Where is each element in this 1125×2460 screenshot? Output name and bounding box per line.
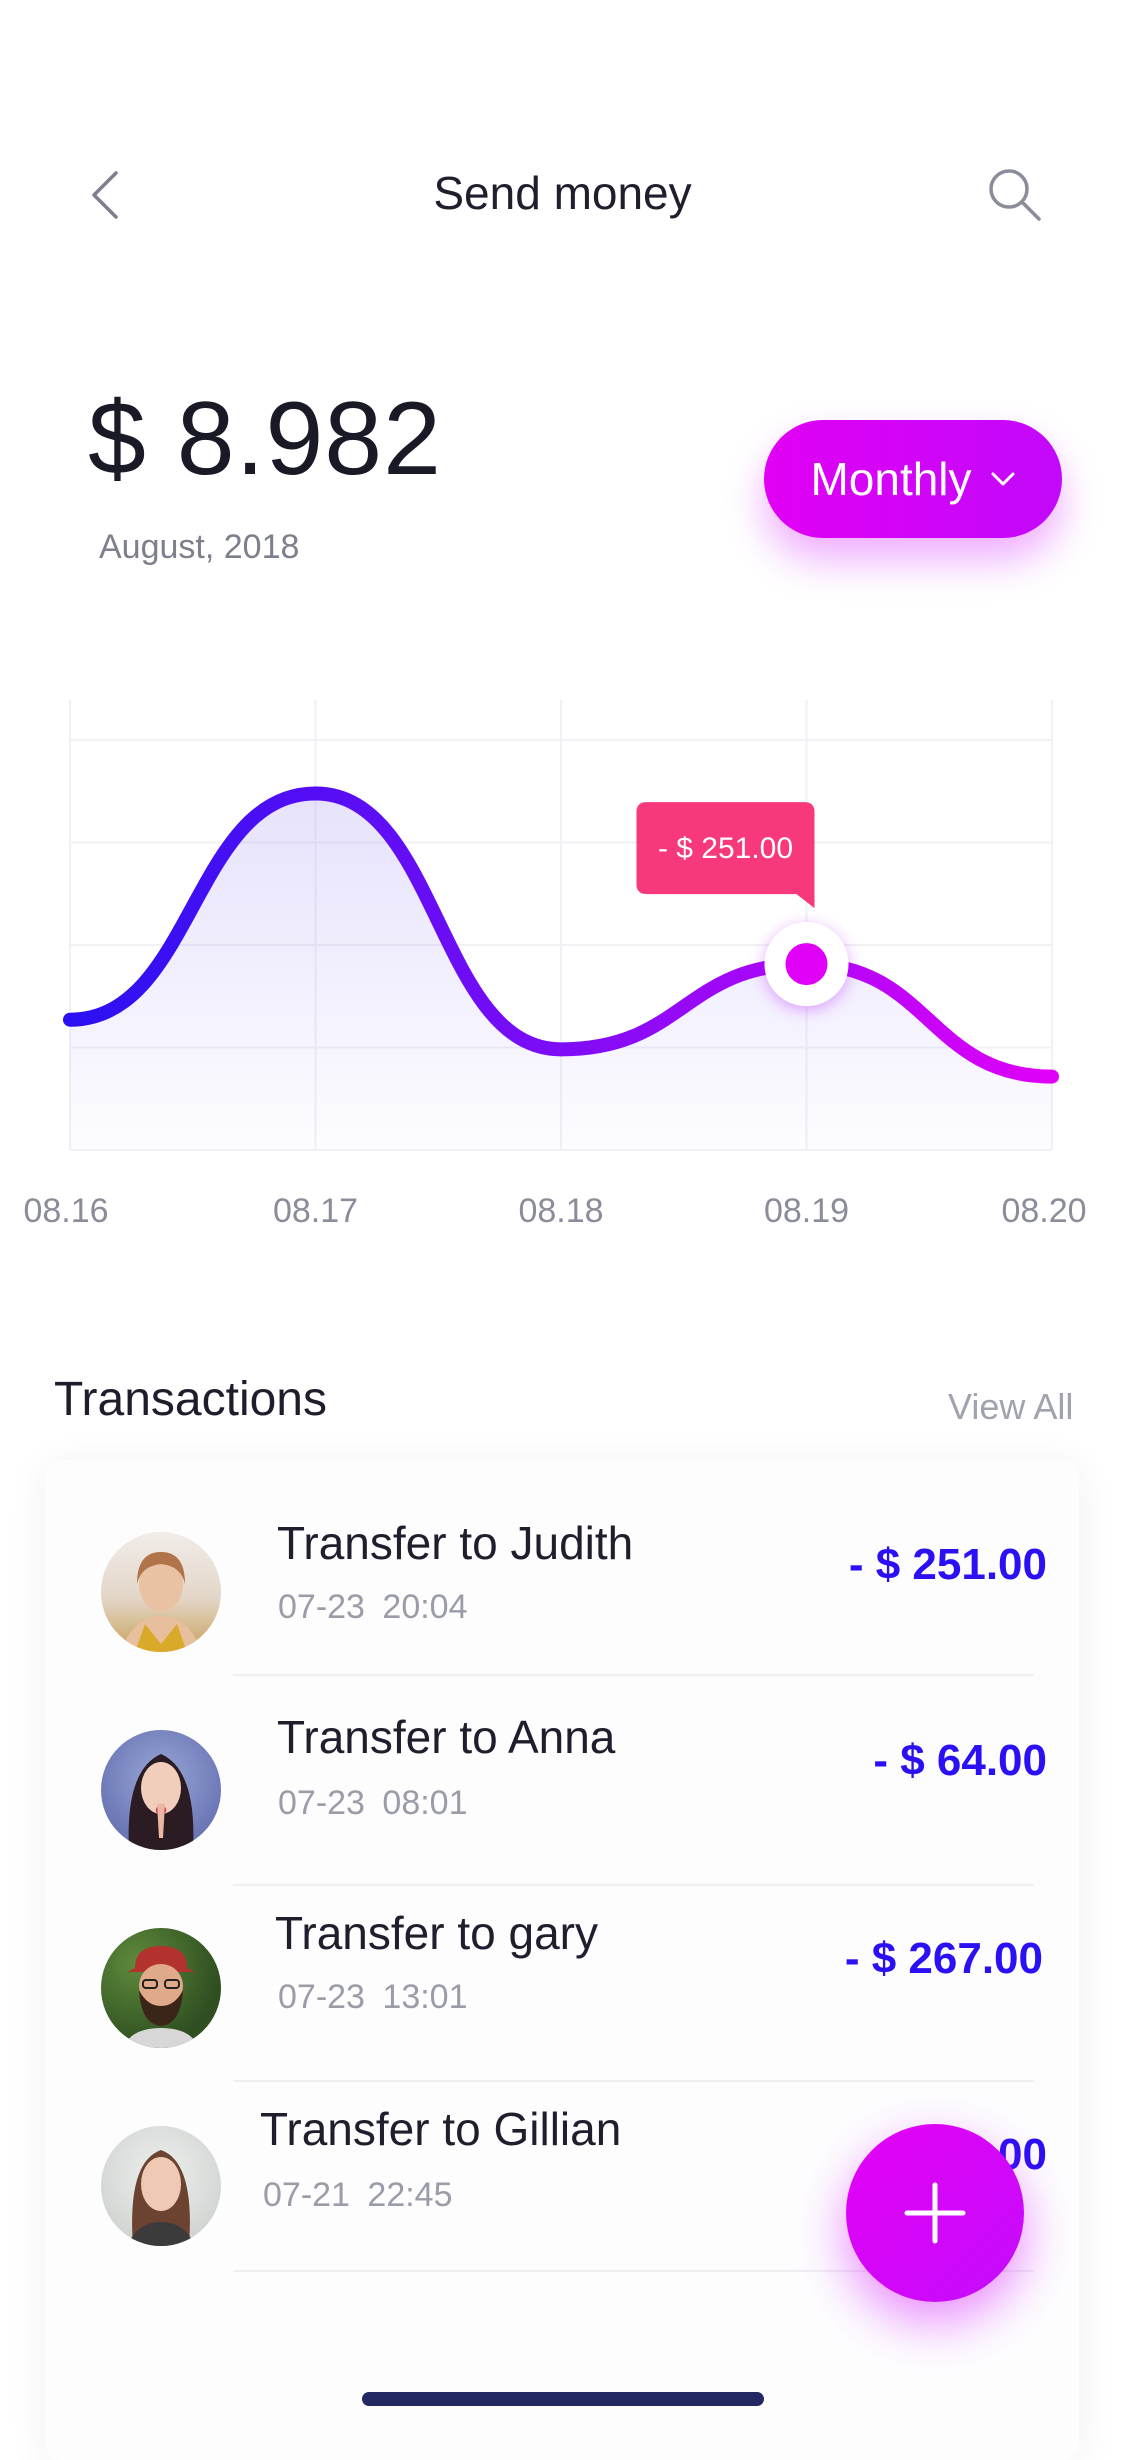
transaction-time: 20:04 bbox=[382, 1588, 468, 1626]
transaction-amount: - $ 64.00 bbox=[873, 1736, 1047, 1785]
avatar bbox=[101, 1928, 221, 2048]
transaction-time: 08:01 bbox=[382, 1784, 468, 1822]
balance-date: August, 2018 bbox=[99, 528, 300, 566]
transaction-date: 07-23 bbox=[278, 1588, 365, 1626]
add-button[interactable] bbox=[846, 2124, 1024, 2302]
chart-tooltip: - $ 251.00 bbox=[636, 802, 815, 909]
home-indicator bbox=[362, 2392, 764, 2406]
person-photo bbox=[128, 1754, 194, 1850]
x-tick-label: 08.20 bbox=[1001, 1192, 1087, 1230]
avatar bbox=[101, 2126, 221, 2246]
view-all-link[interactable]: View All bbox=[948, 1386, 1073, 1428]
transaction-timestamp: 07-21 22:45 bbox=[263, 2176, 453, 2215]
avatar bbox=[101, 1532, 221, 1652]
transactions-title: Transactions bbox=[54, 1373, 327, 1426]
transaction-row[interactable]: Transfer to gary 07-23 13:01 - $ 267.00 bbox=[45, 1874, 1079, 2082]
person-photo bbox=[123, 1946, 199, 2048]
page-title: Send money bbox=[433, 167, 692, 219]
transaction-row[interactable]: Transfer to Judith 07-23 20:04 - $ 251.0… bbox=[45, 1480, 1079, 1676]
transaction-timestamp: 07-23 13:01 bbox=[278, 1978, 468, 2017]
data-point-08.16 bbox=[64, 1014, 76, 1026]
transaction-name: Transfer to gary bbox=[275, 1907, 598, 1959]
transaction-timestamp: 07-23 08:01 bbox=[278, 1784, 468, 1823]
transaction-name: Transfer to Judith bbox=[277, 1517, 634, 1569]
spending-chart: - $ 251.00 bbox=[63, 700, 1059, 1151]
period-dropdown[interactable]: Monthly bbox=[764, 420, 1062, 538]
period-label: Monthly bbox=[810, 453, 972, 505]
person-photo bbox=[127, 2150, 195, 2246]
balance-amount: $ 8.982 bbox=[88, 381, 442, 497]
plus-icon bbox=[904, 2182, 966, 2244]
tooltip-label: - $ 251.00 bbox=[658, 832, 793, 865]
x-tick-label: 08.19 bbox=[763, 1192, 850, 1230]
transaction-date: 07-23 bbox=[278, 1978, 365, 2016]
transaction-row[interactable]: Transfer to Anna 07-23 08:01 - $ 64.00 bbox=[45, 1676, 1079, 1886]
avatar bbox=[101, 1730, 221, 1850]
transaction-name: Transfer to Anna bbox=[277, 1711, 616, 1763]
highlight-dot bbox=[785, 943, 828, 986]
transaction-amount: - $ 251.00 bbox=[848, 1540, 1047, 1589]
transaction-name: Transfer to Gillian bbox=[260, 2103, 622, 2155]
transaction-time: 13:01 bbox=[382, 1978, 468, 2016]
x-tick-label: 08.18 bbox=[518, 1192, 604, 1230]
transaction-time: 22:45 bbox=[367, 2176, 453, 2214]
person-photo bbox=[121, 1552, 201, 1652]
transaction-date: 07-23 bbox=[278, 1784, 365, 1822]
x-tick-label: 08.16 bbox=[23, 1192, 109, 1230]
search-icon bbox=[989, 169, 1041, 221]
data-point-08.17 bbox=[310, 788, 322, 800]
x-tick-label: 08.17 bbox=[272, 1192, 359, 1230]
chevron-down-icon bbox=[991, 472, 1015, 486]
transaction-date: 07-21 bbox=[263, 2176, 350, 2214]
data-point-08.20 bbox=[1046, 1071, 1058, 1083]
transaction-timestamp: 07-23 20:04 bbox=[278, 1588, 468, 1627]
data-point-08.18 bbox=[555, 1043, 567, 1055]
highlight-marker bbox=[764, 922, 849, 1007]
transaction-amount: - $ 267.00 bbox=[844, 1934, 1043, 1983]
search-button[interactable] bbox=[985, 165, 1045, 225]
